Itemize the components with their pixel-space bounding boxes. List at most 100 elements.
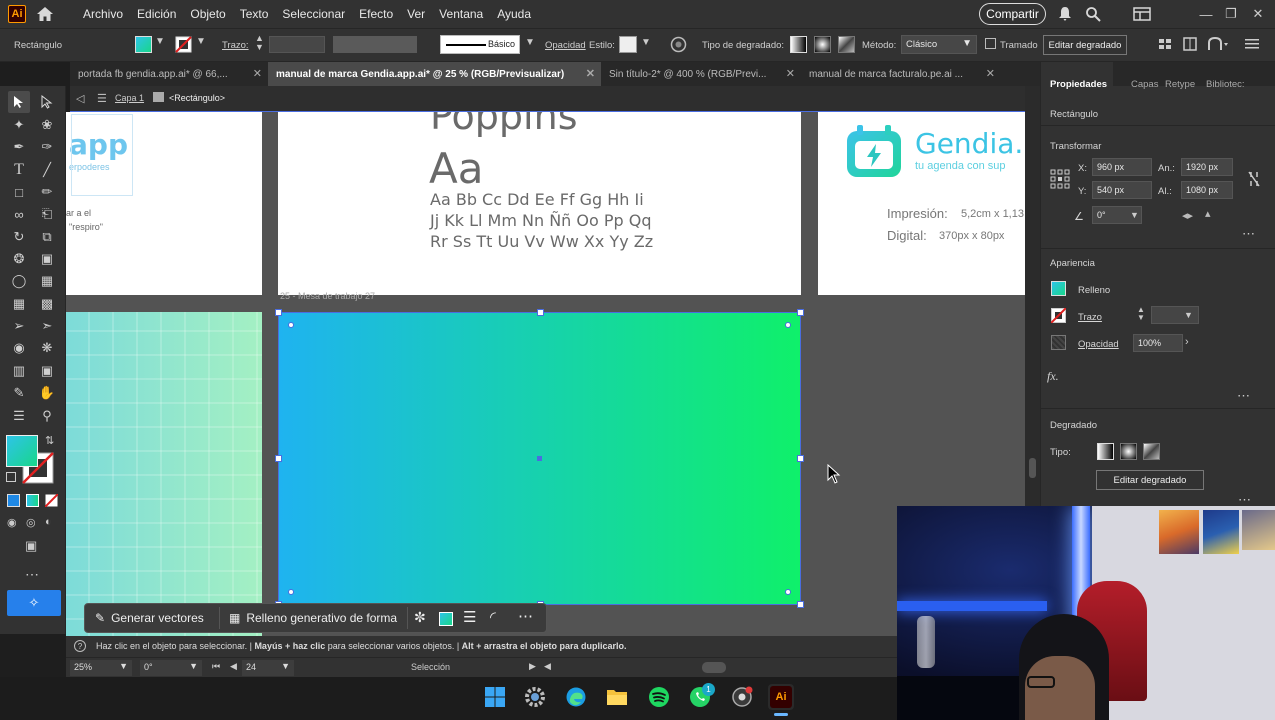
draw-normal-icon[interactable]: ◉ [7, 516, 17, 529]
type-tool-icon[interactable]: T [8, 159, 30, 181]
corner-radius-widget[interactable] [288, 589, 294, 595]
panel-radial-gradient-button[interactable] [1120, 443, 1137, 460]
width-input[interactable]: 1920 px [1181, 158, 1233, 176]
corner-radius-widget[interactable] [288, 322, 294, 328]
generate-vectors-button[interactable]: ✎ Generar vectores [89, 607, 210, 629]
tab-retype[interactable]: Retype [1165, 79, 1195, 90]
align-icon[interactable] [1158, 37, 1172, 51]
more-transform-options-icon[interactable]: ⋯ [1242, 226, 1255, 242]
recording-app-icon[interactable] [729, 684, 755, 710]
status-menu-arrow-icon[interactable]: ▶ [529, 661, 536, 672]
fill-swatch-small[interactable] [439, 612, 453, 626]
transform-icon[interactable] [1183, 37, 1197, 51]
line-tool-icon[interactable]: ╱ [36, 159, 58, 181]
rotation-chevron-icon[interactable]: ▼ [1130, 210, 1139, 220]
lasso-tool-icon[interactable]: ❀ [36, 114, 58, 136]
close-tab-icon[interactable]: ✕ [253, 67, 262, 80]
flip-horizontal-icon[interactable]: ◂▸ [1182, 209, 1193, 222]
magic-wand-tool-icon[interactable]: ✦ [8, 114, 30, 136]
curvature-tool-icon[interactable]: ✑ [36, 136, 58, 158]
eraser-tool-icon[interactable]: ⎗ [36, 203, 58, 225]
fill-dropdown-chevron-icon[interactable]: ▼ [155, 36, 165, 47]
shape-arc-icon[interactable] [1207, 37, 1229, 51]
column-graph-tool-icon[interactable]: ▥ [8, 360, 30, 382]
screen-mode-icon[interactable]: ▣ [25, 538, 37, 554]
first-artboard-icon[interactable]: ⏮ [212, 661, 220, 672]
menu-archivo[interactable]: Archivo [76, 7, 130, 21]
corner-radius-widget[interactable] [785, 322, 791, 328]
spotify-icon[interactable] [646, 684, 672, 710]
opacity-chevron-icon[interactable]: › [1185, 336, 1189, 348]
free-transform-tool-icon[interactable]: ▣ [36, 248, 58, 270]
bell-icon[interactable] [1057, 6, 1073, 22]
horizontal-scrollbar-thumb[interactable] [702, 662, 726, 673]
rectangle-tool-icon[interactable]: □ [8, 181, 30, 203]
search-icon[interactable] [1085, 6, 1101, 22]
more-appearance-options-icon[interactable]: ⋯ [1237, 388, 1250, 404]
fill-color-box[interactable] [6, 435, 38, 467]
measure-tool-icon[interactable]: ➣ [36, 315, 58, 337]
none-mode-icon[interactable] [45, 494, 58, 507]
draw-inside-icon[interactable]: ◐ [45, 516, 52, 528]
previous-artboard-icon[interactable]: ◀ [230, 661, 237, 672]
more-tools-icon[interactable]: ⋯ [25, 566, 39, 583]
height-input[interactable]: 1080 px [1181, 181, 1233, 199]
file-explorer-icon[interactable] [604, 684, 630, 710]
opacity-input[interactable]: 100% [1133, 334, 1183, 352]
blend-tool-icon[interactable]: ◉ [8, 337, 30, 359]
appearance-fill-swatch[interactable] [1051, 281, 1066, 296]
contextual-taskbar-toggle-icon[interactable]: ✧ [7, 590, 61, 616]
zoom-tool-icon[interactable]: ⚲ [36, 405, 58, 427]
settings-gear-icon[interactable] [522, 684, 548, 710]
panel-edit-gradient-button[interactable]: Editar degradado [1096, 470, 1204, 490]
minimize-icon[interactable]: — [1196, 5, 1216, 23]
constrain-proportions-icon[interactable] [1247, 170, 1261, 188]
menu-ventana[interactable]: Ventana [432, 7, 490, 21]
menu-efecto[interactable]: Efecto [352, 7, 400, 21]
shape-builder-tool-icon[interactable]: ◯ [8, 270, 30, 292]
close-tab-icon[interactable]: ✕ [586, 67, 595, 80]
appearance-stroke-swatch[interactable] [1051, 308, 1066, 323]
dither-checkbox[interactable] [985, 38, 996, 49]
style-dropdown-chevron-icon[interactable]: ▼ [641, 37, 651, 48]
flip-vertical-icon[interactable]: ▴ [1205, 207, 1211, 220]
stroke-label-link[interactable]: Trazo [1078, 312, 1102, 323]
panel-linear-gradient-button[interactable] [1097, 443, 1114, 460]
panel-freeform-gradient-button[interactable] [1143, 443, 1160, 460]
warp-tool-icon[interactable]: ❂ [8, 248, 30, 270]
direct-selection-tool-icon[interactable] [36, 91, 58, 113]
default-colors-icon[interactable] [6, 472, 16, 482]
zoom-select[interactable]: 25% ▼ [70, 660, 132, 676]
pen-tool-icon[interactable]: ✒ [8, 136, 30, 158]
close-icon[interactable]: ✕ [1248, 5, 1268, 23]
rotate-tool-icon[interactable]: ↻ [8, 226, 30, 248]
back-arrow-icon[interactable]: ◁ [76, 92, 84, 105]
print-tiling-tool-icon[interactable]: ☰ [8, 405, 30, 427]
gradient-tool-icon[interactable]: ▩ [36, 293, 58, 315]
align-menu-icon[interactable]: ☰ [463, 608, 476, 626]
stroke-dropdown-chevron-icon[interactable]: ▼ [196, 36, 206, 47]
recolor-artwork-icon[interactable] [670, 36, 687, 53]
fx-icon[interactable]: fx. [1047, 369, 1059, 384]
home-icon[interactable] [36, 6, 54, 22]
illustrator-taskbar-icon[interactable]: Ai [768, 684, 794, 710]
draw-behind-icon[interactable]: ◎ [26, 516, 36, 529]
fill-swatch[interactable] [135, 36, 152, 53]
menu-ver[interactable]: Ver [400, 7, 432, 21]
linear-gradient-button[interactable] [790, 36, 807, 53]
scrollbar-thumb[interactable] [1029, 458, 1036, 478]
opacity-label[interactable]: Opacidad [545, 40, 586, 51]
stroke-chevron-icon[interactable]: ▼ [1184, 310, 1193, 320]
variable-width-profile[interactable] [333, 36, 417, 53]
slice-tool-icon[interactable]: ✎ [8, 382, 30, 404]
freeform-gradient-button[interactable] [838, 36, 855, 53]
edit-gradient-button[interactable]: Editar degradado [1043, 35, 1127, 55]
artboard-number-select[interactable]: 24 ▼ [242, 660, 294, 676]
method-select[interactable]: Clásico ▼ [901, 35, 977, 54]
close-tab-icon[interactable]: ✕ [986, 67, 995, 80]
share-button[interactable]: Compartir [979, 3, 1046, 25]
resize-handle-bottom-right[interactable] [797, 601, 804, 608]
maximize-icon[interactable]: ❐ [1221, 5, 1241, 23]
scale-tool-icon[interactable]: ⧉ [36, 226, 58, 248]
reference-point-icon[interactable] [1050, 169, 1070, 189]
